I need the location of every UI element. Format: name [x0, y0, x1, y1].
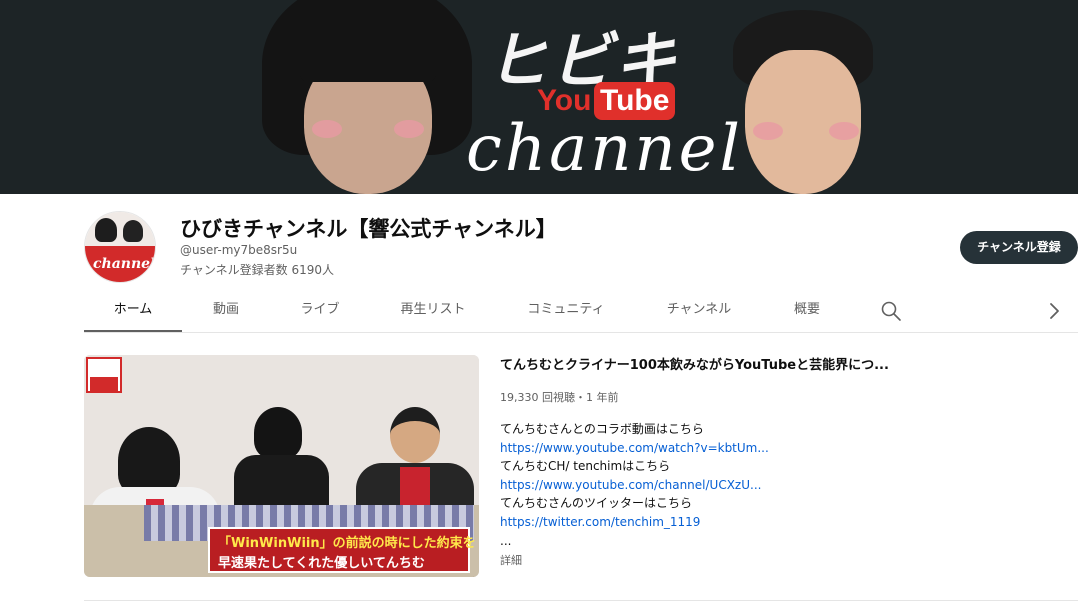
tab-live[interactable]: ライブ [290, 292, 350, 332]
banner-left-face-image [262, 0, 472, 194]
tab-community[interactable]: コミュニティ [516, 292, 616, 332]
subscriber-count: チャンネル登録者数 6190人 [180, 263, 334, 277]
description-ellipsis: ... [500, 533, 512, 548]
tab-playlists[interactable]: 再生リスト [388, 292, 478, 332]
channel-title: ひびきチャンネル【響公式チャンネル】 [180, 217, 557, 241]
featured-video-meta: 19,330 回視聴・1 年前 [500, 391, 619, 404]
channel-handle: @user-my7be8sr5u [180, 243, 298, 257]
description-line: てんちむさんのツイッターはこちら [500, 496, 693, 511]
channel-tabs: ホーム 動画 ライブ 再生リスト コミュニティ チャンネル 概要 [84, 292, 1078, 332]
tab-about[interactable]: 概要 [784, 292, 830, 332]
tabs-divider [84, 332, 1078, 333]
thumbnail-caption-line-1: 「WinWinWiin」の前説の時にした約束を [218, 536, 476, 551]
chevron-right-icon[interactable] [1046, 300, 1062, 322]
banner-right-face-image [733, 10, 873, 194]
thumbnail-channel-logo [86, 357, 122, 393]
description-line: てんちむCH/ tenchimはこちら [500, 459, 671, 474]
description-line: てんちむさんとのコラボ動画はこちら [500, 422, 704, 436]
description-link[interactable]: https://twitter.com/tenchim_1119 [500, 513, 920, 532]
thumbnail-caption: 「WinWinWiin」の前説の時にした約束を 早速果たしてくれた優しいてんちむ [208, 527, 476, 573]
banner-script-text: channel [466, 112, 743, 186]
subscribe-button[interactable]: チャンネル登録 [960, 231, 1078, 264]
channel-banner: ヒビキ You Tube channel [0, 0, 1078, 194]
section-divider [84, 600, 1078, 601]
description-link[interactable]: https://www.youtube.com/watch?v=kbtUm... [500, 439, 920, 458]
featured-video-description: てんちむさんとのコラボ動画はこちら https://www.youtube.co… [500, 420, 920, 550]
tab-channels[interactable]: チャンネル [656, 292, 742, 332]
channel-avatar[interactable]: channel [84, 211, 156, 283]
featured-video-title[interactable]: てんちむとクライナー100本飲みながらYouTubeと芸能界につ... [500, 354, 1060, 373]
thumbnail-caption-line-2: 早速果たしてくれた優しいてんちむ [218, 556, 425, 571]
avatar-text: channel [93, 256, 156, 272]
featured-video-thumbnail[interactable]: 「WinWinWiin」の前説の時にした約束を 早速果たしてくれた優しいてんちむ [84, 355, 479, 577]
tab-videos[interactable]: 動画 [196, 292, 256, 332]
tab-home[interactable]: ホーム [84, 292, 182, 332]
search-icon[interactable] [880, 300, 902, 322]
details-link[interactable]: 詳細 [500, 552, 522, 568]
description-link[interactable]: https://www.youtube.com/channel/UCXzU... [500, 476, 920, 495]
